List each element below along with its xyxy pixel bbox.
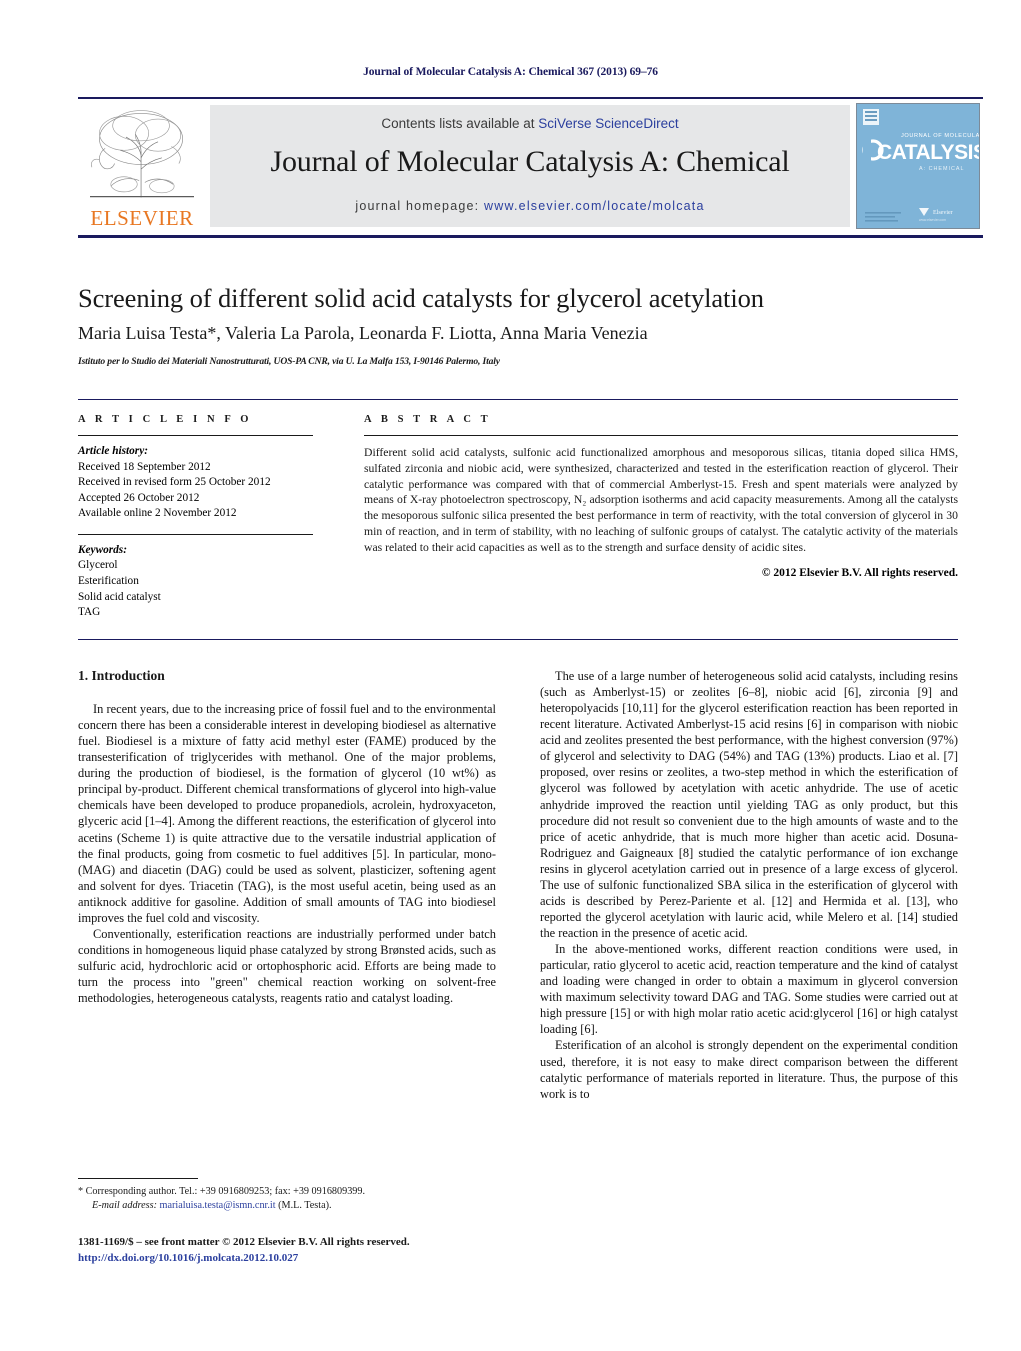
elsevier-logo: ELSEVIER — [83, 103, 201, 229]
paragraph: In the above-mentioned works, different … — [540, 942, 958, 1037]
paper-page: Journal of Molecular Catalysis A: Chemic… — [0, 0, 1021, 1351]
article-info-heading: A R T I C L E I N F O — [78, 414, 253, 425]
running-head: Journal of Molecular Catalysis A: Chemic… — [363, 66, 658, 78]
email-suffix: (M.L. Testa). — [278, 1200, 332, 1212]
abstract-column: A B S T R A C T Different solid acid cat… — [364, 414, 958, 579]
abstract-text: Different solid acid catalysts, sulfonic… — [364, 446, 958, 554]
elsevier-wordmark: ELSEVIER — [90, 206, 194, 230]
section-heading-introduction: 1. Introduction — [78, 668, 165, 683]
email-link[interactable]: marialuisa.testa@ismn.cnr.it — [160, 1200, 276, 1211]
abstract-rule — [364, 435, 958, 436]
journal-cover-art: JOURNAL OF MOLECULAR CATALYSIS A: CHEMIC… — [857, 104, 980, 228]
paragraph: Esterification of an alcohol is strongly… — [540, 1038, 958, 1101]
author-list: Maria Luisa Testa*, Valeria La Parola, L… — [78, 323, 648, 343]
history-item: Received in revised form 25 October 2012 — [78, 476, 271, 489]
front-matter-block: 1381-1169/$ – see front matter © 2012 El… — [78, 1235, 538, 1267]
doi-link[interactable]: http://dx.doi.org/10.1016/j.molcata.2012… — [78, 1251, 538, 1267]
svg-text:A: CHEMICAL: A: CHEMICAL — [919, 166, 964, 172]
svg-text:www.elsevier.com: www.elsevier.com — [919, 218, 946, 222]
keyword-item: Solid acid catalyst — [78, 590, 161, 603]
history-item: Accepted 26 October 2012 — [78, 491, 200, 504]
journal-homepage-line: journal homepage: www.elsevier.com/locat… — [210, 199, 850, 213]
keyword-item: Esterification — [78, 575, 139, 588]
keyword-item: TAG — [78, 606, 101, 619]
keyword-item: Glycerol — [78, 559, 118, 572]
body-column-left: 1. Introduction In recent years, due to … — [78, 668, 496, 1006]
journal-title: Journal of Molecular Catalysis A: Chemic… — [270, 145, 790, 178]
page-title: Screening of different solid acid cataly… — [78, 283, 764, 313]
article-history-block: Article history: Received 18 September 2… — [78, 444, 313, 522]
paragraph: The use of a large number of heterogeneo… — [540, 669, 958, 940]
svg-text:Elsevier: Elsevier — [933, 210, 953, 216]
history-item: Available online 2 November 2012 — [78, 507, 237, 520]
keywords-separator-rule — [78, 533, 313, 535]
sciencedirect-link[interactable]: SciVerse ScienceDirect — [538, 116, 678, 131]
masthead-top-rule — [78, 97, 983, 99]
corresponding-author-line: * Corresponding author. Tel.: +39 091680… — [78, 1186, 366, 1197]
email-line: E-mail address: marialuisa.testa@ismn.cn… — [78, 1199, 508, 1213]
article-info-rule — [78, 435, 313, 436]
corresponding-author-note: * Corresponding author. Tel.: +39 091680… — [78, 1185, 508, 1214]
keywords-block: Keywords: Glycerol Esterification Solid … — [78, 543, 313, 621]
homepage-url-link[interactable]: www.elsevier.com/locate/molcata — [484, 199, 705, 213]
abstract-heading: A B S T R A C T — [364, 414, 492, 425]
article-info-column: A R T I C L E I N F O Article history: R… — [78, 414, 313, 621]
body-column-right: The use of a large number of heterogeneo… — [540, 668, 958, 1102]
contents-prefix: Contents lists available at — [381, 116, 539, 131]
footnote-rule — [78, 1178, 198, 1179]
contents-lists-line: Contents lists available at SciVerse Sci… — [210, 116, 850, 131]
masthead-bottom-rule — [78, 235, 983, 238]
affiliation: Istituto per lo Studio dei Materiali Nan… — [78, 356, 500, 367]
copyright-line: © 2012 Elsevier B.V. All rights reserved… — [761, 566, 958, 579]
journal-masthead: ELSEVIER Contents lists available at Sci… — [78, 97, 983, 238]
paragraph: Conventionally, esterification reactions… — [78, 926, 496, 1006]
journal-cover-thumbnail: JOURNAL OF MOLECULAR CATALYSIS A: CHEMIC… — [856, 103, 980, 229]
journal-banner: Contents lists available at SciVerse Sci… — [210, 105, 850, 227]
elsevier-tree-icon — [90, 110, 194, 198]
svg-text:CATALYSIS: CATALYSIS — [877, 141, 980, 164]
issn-copyright-line: 1381-1169/$ – see front matter © 2012 El… — [78, 1236, 410, 1248]
info-band-bottom-rule — [78, 639, 958, 640]
history-item: Received 18 September 2012 — [78, 460, 211, 473]
info-band-top-rule — [78, 399, 958, 400]
keywords-label: Keywords: — [78, 543, 127, 556]
paragraph: In recent years, due to the increasing p… — [78, 702, 496, 925]
article-history-label: Article history: — [78, 445, 148, 457]
homepage-label: journal homepage: — [355, 199, 480, 213]
email-address-label: E-mail address: — [92, 1200, 157, 1212]
svg-text:JOURNAL OF MOLECULAR: JOURNAL OF MOLECULAR — [901, 133, 980, 139]
